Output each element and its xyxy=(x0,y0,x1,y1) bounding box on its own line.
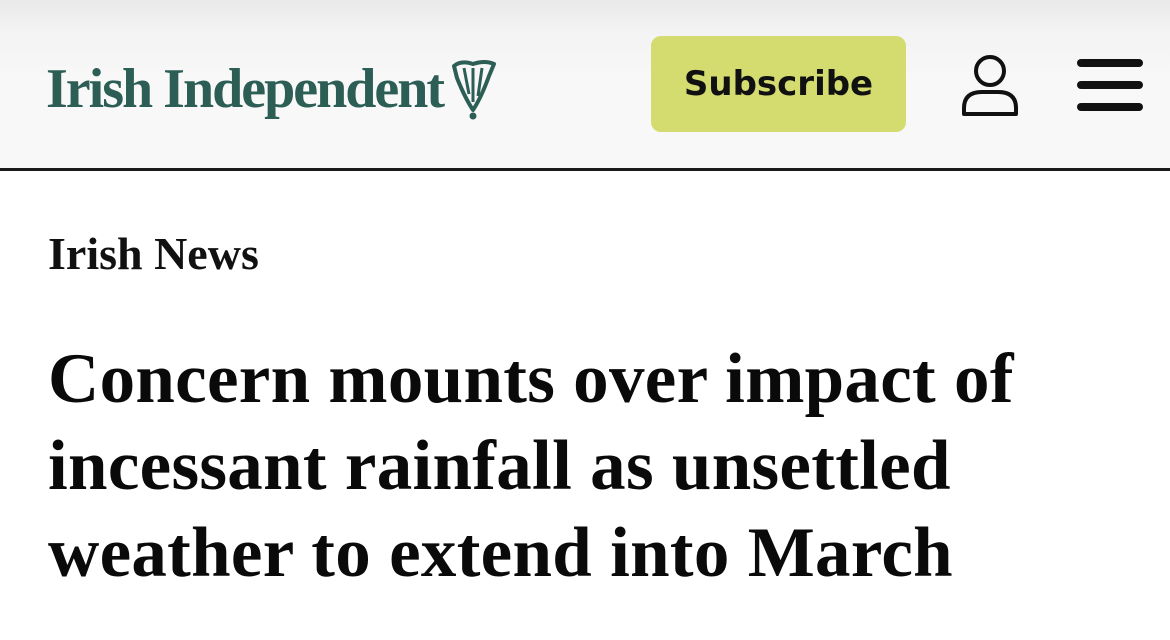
site-logo[interactable]: Irish Independent xyxy=(46,56,497,122)
site-header: Irish Independent Subscribe xyxy=(0,0,1170,171)
section-label[interactable]: Irish News xyxy=(48,224,259,284)
logo-text: Irish Independent xyxy=(46,58,445,120)
user-icon[interactable] xyxy=(958,52,1022,118)
subscribe-button[interactable]: Subscribe xyxy=(651,36,906,132)
article-headline: Concern mounts over impact of incessant … xyxy=(48,340,1014,592)
page: Irish Independent Subscribe Irish News C… xyxy=(0,0,1170,640)
menu-icon[interactable] xyxy=(1077,58,1143,112)
harp-icon xyxy=(452,60,497,120)
